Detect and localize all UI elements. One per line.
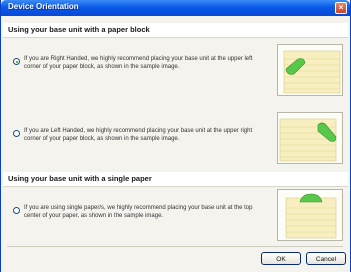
radio-left-handed[interactable] [13,130,20,137]
ok-button[interactable]: OK [261,252,301,265]
footer-divider [7,246,343,247]
device-orientation-dialog: Device Orientation × Using your base uni… [0,0,351,272]
title-bar: Device Orientation × [1,0,350,16]
option-single-paper-text: If you are using single paper/s, we high… [24,205,253,219]
cancel-button[interactable]: Cancel [306,252,346,265]
radio-right-handed[interactable] [13,58,20,65]
sample-image-single-paper [277,189,343,241]
window-title: Device Orientation [8,2,79,11]
section-header-paper-block: Using your base unit with a paper block [3,23,348,38]
radio-single-paper[interactable] [13,207,20,214]
option-left-handed-text: If you are Left Handed, we highly recomm… [24,128,253,142]
close-icon[interactable]: × [335,2,347,14]
section-header-single-paper: Using your base unit with a single paper [3,172,348,187]
option-right-handed-text: If you are Right Handed, we highly recom… [24,56,253,70]
sample-image-right-handed [277,44,343,96]
sample-image-left-handed [277,112,343,164]
